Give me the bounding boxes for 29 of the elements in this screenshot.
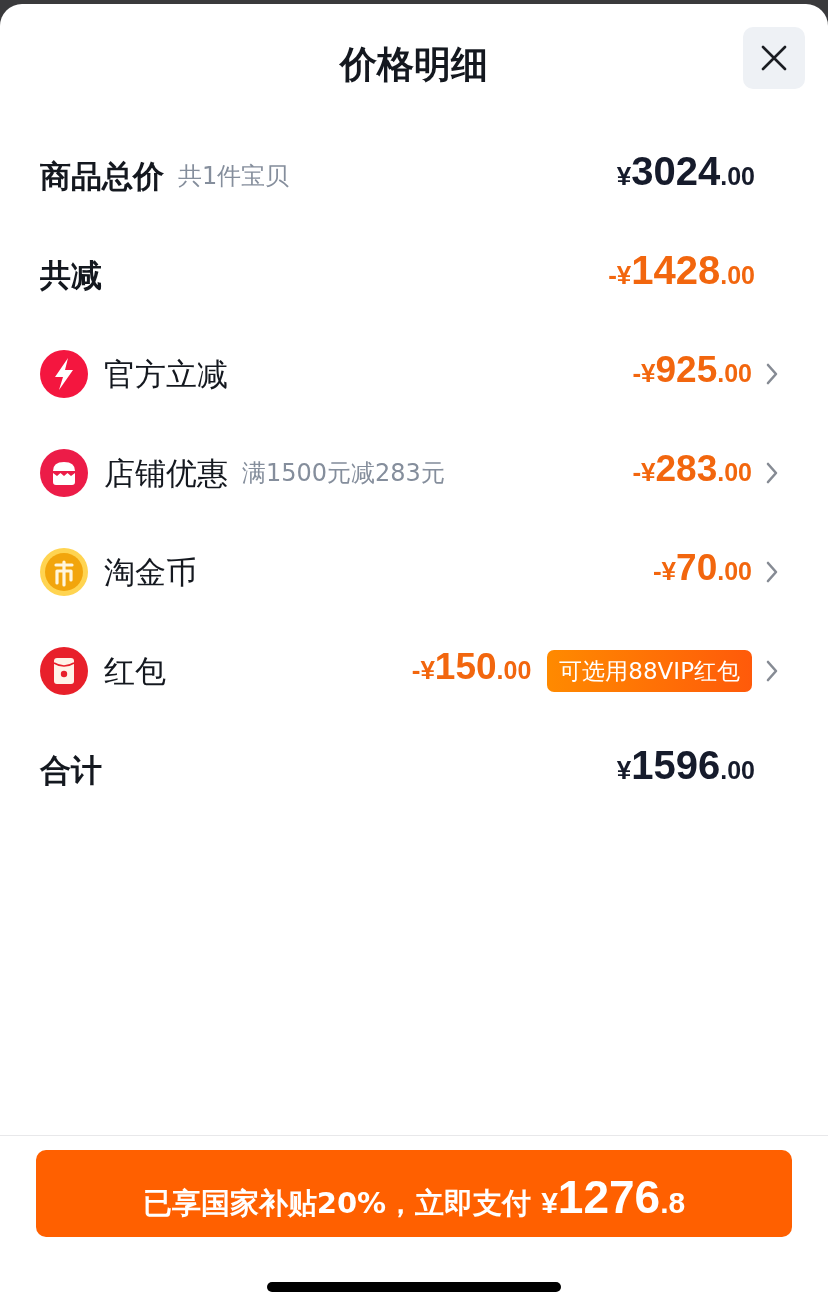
discount-label: 店铺优惠 xyxy=(104,453,228,493)
discount-amount: -¥283.00 xyxy=(632,447,752,491)
discount-label: 官方立减 xyxy=(104,354,228,394)
item-count-note: 共1件宝贝 xyxy=(178,160,290,192)
close-button[interactable] xyxy=(743,27,805,89)
discount-label: 红包 xyxy=(104,651,166,691)
reduction-label: 共减 xyxy=(40,255,102,295)
discount-condition: 满1500元减283元 xyxy=(242,457,445,489)
subtotal-label: 商品总价 xyxy=(40,156,164,196)
subtotal-amount: ¥3024.00 xyxy=(616,148,755,195)
chevron-right-icon[interactable] xyxy=(766,560,778,583)
envelope-icon xyxy=(40,646,88,695)
close-icon xyxy=(760,44,788,72)
discount-amount: -¥150.00 xyxy=(411,645,532,689)
discount-amount: -¥70.00 xyxy=(652,546,752,590)
lightning-icon xyxy=(40,349,88,398)
sheet-title: 价格明细 xyxy=(340,42,488,88)
pay-button[interactable]: 已享国家补贴20%，立即支付 ¥1276.8 xyxy=(36,1150,792,1237)
reduction-amount: -¥1428.00 xyxy=(608,247,755,294)
discount-label: 淘金币 xyxy=(104,552,197,592)
discount-amount: -¥925.00 xyxy=(632,348,752,392)
total-label: 合计 xyxy=(40,750,102,790)
vip-coupon-badge[interactable]: 可选用88VIP红包 xyxy=(547,649,752,692)
chevron-right-icon[interactable] xyxy=(766,659,778,682)
shop-icon xyxy=(40,448,88,497)
chevron-right-icon[interactable] xyxy=(766,461,778,484)
coin-icon xyxy=(40,547,88,596)
total-amount: ¥1596.00 xyxy=(616,742,755,789)
chevron-right-icon[interactable] xyxy=(766,362,778,385)
